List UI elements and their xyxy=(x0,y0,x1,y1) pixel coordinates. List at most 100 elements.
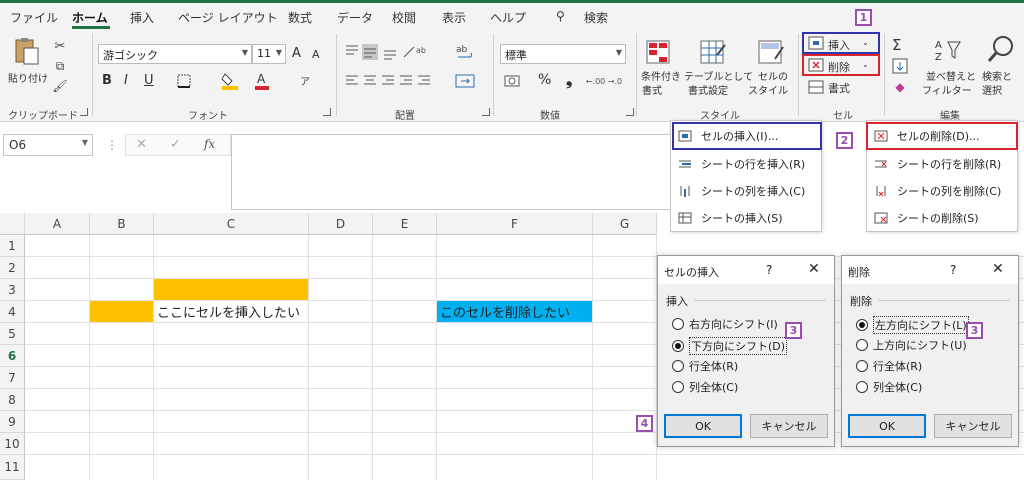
chevron-down-icon[interactable]: ⌄ xyxy=(862,38,869,47)
horizontal-align-icons[interactable] xyxy=(342,72,434,90)
column-header-b[interactable]: B xyxy=(90,213,154,235)
autosum-icon[interactable]: Σ xyxy=(892,36,901,54)
phonetic-icon[interactable]: ア xyxy=(296,72,314,88)
cell-f4[interactable]: このセルを削除したい xyxy=(437,301,592,322)
search-icon[interactable]: ⚲ xyxy=(556,9,565,23)
delete-ok-button[interactable]: OK xyxy=(848,414,926,438)
font-launcher-icon[interactable] xyxy=(323,108,331,116)
select-all-corner[interactable] xyxy=(0,213,25,235)
tab-insert[interactable]: 挿入 xyxy=(130,9,154,26)
close-icon[interactable]: ✕ xyxy=(992,261,1004,277)
formula-input[interactable] xyxy=(231,134,671,210)
column-header-d[interactable]: D xyxy=(309,213,373,235)
tab-formulas[interactable]: 数式 xyxy=(288,9,312,26)
insert-cells-icon[interactable] xyxy=(808,36,824,50)
column-header-c[interactable]: C xyxy=(154,213,309,235)
cut-icon[interactable]: ✂ xyxy=(52,38,68,54)
enter-icon[interactable]: ✓ xyxy=(170,137,181,152)
name-box[interactable]: O6 ▼ xyxy=(3,134,93,156)
find-select-icon[interactable] xyxy=(986,34,1016,64)
menu-delete-sheet[interactable]: シートの削除(S) xyxy=(873,207,979,229)
format-as-table-line2[interactable]: 書式設定 xyxy=(688,82,728,97)
copy-icon[interactable]: ⧉ xyxy=(52,58,68,74)
tab-review[interactable]: 校閲 xyxy=(392,9,416,26)
delete-cells-icon[interactable] xyxy=(808,58,824,72)
underline-button[interactable]: U xyxy=(144,73,154,88)
menu-insert-sheet-rows[interactable]: シートの行を挿入(R) xyxy=(677,153,805,175)
delete-cells-button[interactable]: 削除 xyxy=(828,59,850,75)
number-format-combo[interactable]: 標準 ▼ xyxy=(500,44,626,64)
row-header-7[interactable]: 7 xyxy=(0,367,25,389)
fill-icon[interactable] xyxy=(892,58,908,74)
decimal-icons[interactable]: ←.00 →.0 xyxy=(582,72,626,90)
insert-function-icon[interactable]: fx xyxy=(204,137,215,151)
number-launcher-icon[interactable] xyxy=(626,108,634,116)
font-size-combo[interactable]: 11 ▼ xyxy=(252,44,286,64)
radio-entire-row[interactable]: 行全体(R) xyxy=(672,358,738,374)
row-header-1[interactable]: 1 xyxy=(0,235,25,257)
radio-shift-down[interactable]: 下方向にシフト(D) xyxy=(672,337,788,355)
cell-styles-line1[interactable]: セルの xyxy=(758,68,788,83)
shrink-font-button[interactable]: A xyxy=(312,48,320,61)
accounting-format-icon[interactable] xyxy=(502,72,528,90)
cell-b4[interactable] xyxy=(90,301,153,322)
row-header-11[interactable]: 11 xyxy=(0,455,25,480)
percent-button[interactable]: % xyxy=(538,72,551,88)
menu-insert-sheet-columns[interactable]: シートの列を挿入(C) xyxy=(677,180,805,202)
row-header-9[interactable]: 9 xyxy=(0,411,25,433)
grow-font-button[interactable]: A xyxy=(292,46,301,61)
cell-styles-icon[interactable] xyxy=(756,38,786,66)
format-as-table-icon[interactable] xyxy=(698,38,728,66)
tab-page-layout[interactable]: ページ レイアウト xyxy=(178,9,278,26)
row-header-4[interactable]: 4 xyxy=(0,301,25,323)
insert-cancel-button[interactable]: キャンセル xyxy=(750,414,828,438)
row-header-10[interactable]: 10 xyxy=(0,433,25,455)
help-icon[interactable]: ? xyxy=(950,263,956,277)
format-as-table-line1[interactable]: テーブルとして xyxy=(684,68,753,83)
font-color-icon[interactable]: A xyxy=(252,70,272,90)
tab-file[interactable]: ファイル xyxy=(10,9,58,26)
clear-icon[interactable]: ◆ xyxy=(892,80,908,94)
borders-icon[interactable] xyxy=(174,73,194,89)
sort-filter-line1[interactable]: 並べ替えと xyxy=(926,68,976,83)
conditional-format-line2[interactable]: 書式 xyxy=(642,82,662,97)
column-header-g[interactable]: G xyxy=(593,213,657,235)
delete-cancel-button[interactable]: キャンセル xyxy=(934,414,1012,438)
close-icon[interactable]: ✕ xyxy=(808,261,820,277)
search-label[interactable]: 検索 xyxy=(584,9,608,26)
format-painter-icon[interactable]: 🖌 xyxy=(52,78,68,94)
tab-home[interactable]: ホーム xyxy=(72,9,108,26)
italic-button[interactable]: I xyxy=(124,73,128,88)
row-header-2[interactable]: 2 xyxy=(0,257,25,279)
cell-styles-line2[interactable]: スタイル xyxy=(748,82,788,97)
radio-shift-up[interactable]: 上方向にシフト(U) xyxy=(856,337,967,353)
wrap-text-icon[interactable]: ab xyxy=(454,42,476,62)
radio-entire-column[interactable]: 列全体(C) xyxy=(672,379,738,395)
format-cells-button[interactable]: 書式 xyxy=(828,80,850,96)
vertical-align-icons[interactable]: ab xyxy=(342,42,428,62)
insert-ok-button[interactable]: OK xyxy=(664,414,742,438)
cancel-icon[interactable]: ✕ xyxy=(136,137,147,152)
find-select-line1[interactable]: 検索と xyxy=(982,68,1012,83)
bold-button[interactable]: B xyxy=(102,73,112,88)
menu-delete-sheet-columns[interactable]: シートの列を削除(C) xyxy=(873,180,1001,202)
radio-entire-row[interactable]: 行全体(R) xyxy=(856,358,922,374)
chevron-down-icon[interactable]: ⌄ xyxy=(862,60,869,69)
radio-entire-column[interactable]: 列全体(C) xyxy=(856,379,922,395)
paste-icon[interactable] xyxy=(10,36,44,66)
paste-button[interactable]: 貼り付け xyxy=(8,70,48,85)
row-header-3[interactable]: 3 xyxy=(0,279,25,301)
fill-color-icon[interactable] xyxy=(218,70,242,90)
clipboard-launcher-icon[interactable] xyxy=(80,108,88,116)
help-icon[interactable]: ? xyxy=(766,263,772,277)
merge-center-icon[interactable] xyxy=(454,72,480,90)
alignment-launcher-icon[interactable] xyxy=(482,108,490,116)
insert-cells-button[interactable]: 挿入 xyxy=(828,37,850,53)
font-name-combo[interactable]: 游ゴシック ▼ xyxy=(98,44,252,64)
menu-delete-sheet-rows[interactable]: シートの行を削除(R) xyxy=(873,153,1001,175)
radio-shift-left[interactable]: 左方向にシフト(L) xyxy=(856,316,969,334)
conditional-format-icon[interactable] xyxy=(644,38,674,66)
row-header-6[interactable]: 6 xyxy=(0,345,25,367)
sort-filter-line2[interactable]: フィルター xyxy=(922,82,972,97)
cell-c3[interactable] xyxy=(154,279,308,300)
